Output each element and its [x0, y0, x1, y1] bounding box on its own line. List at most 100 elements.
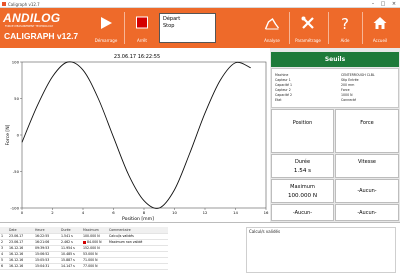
analyse-button-label: Analyse — [264, 38, 280, 43]
x-tick-label: 14 — [233, 210, 238, 215]
info-key: Etat — [275, 98, 282, 102]
stop-button-label: Arrêt — [137, 38, 147, 43]
toolbar-divider — [362, 12, 363, 44]
x-tick-label: 10 — [172, 210, 177, 215]
x-tick-label: 0 — [21, 210, 24, 215]
info-key: Capteur 1 — [275, 78, 291, 82]
x-axis: 0 2 4 6 8 10 12 14 16 — [21, 208, 269, 215]
result-slot-2-value: -Aucun- — [292, 210, 313, 216]
result-slot-1-value: -Aucun- — [357, 188, 377, 194]
position-label: Position — [292, 120, 313, 126]
andilog-logo: ANDILOG FORCE MEASUREMENT TECHNOLOGY CAL… — [3, 11, 78, 45]
y-axis-label: Force [N] — [5, 124, 11, 145]
row-maximum: 77.000 N — [82, 263, 108, 270]
seuils-button[interactable]: Seuils — [271, 52, 399, 67]
plot-area — [21, 61, 267, 209]
vitesse-label: Vitesse — [357, 159, 377, 165]
chart-title: 23.06.17 16:22:55 — [114, 54, 160, 60]
tools-icon — [301, 16, 314, 29]
row-index: 6 — [0, 263, 8, 270]
maximum-label: Maximum — [290, 184, 315, 190]
toolbar-divider — [328, 12, 329, 44]
duree-cell[interactable]: Durée 1.54 s — [271, 154, 334, 178]
info-value: CENTERROUGH CLBL — [341, 73, 375, 77]
duree-label: Durée — [294, 159, 311, 165]
application-window: Caligraph v12.7 – □ × ANDILOG FORCE MEAS… — [0, 0, 400, 277]
machine-info-box: Machine CENTERROUGH CLBL Capteur 1 Stip En… — [271, 68, 399, 108]
app-icon — [2, 2, 6, 6]
info-key: Capteur 2 — [275, 88, 291, 92]
vitesse-cell[interactable]: Vitesse — [335, 154, 399, 178]
position-cell[interactable]: Position — [271, 109, 334, 153]
parametrage-button[interactable]: Paramétrage — [291, 12, 325, 44]
info-value: Stip Entrée — [341, 78, 359, 82]
row-date: 16.12.16 — [8, 263, 34, 270]
y-tick-label: 0 — [17, 132, 20, 137]
result-slot-3[interactable]: -Aucun- — [335, 204, 399, 221]
test-history-table[interactable]: Date Heure Durée Maximum Commentaire 1 2… — [0, 227, 168, 270]
row-duree: 14.147 s — [60, 263, 82, 270]
status-line-2: Stop — [163, 23, 175, 29]
help-button[interactable]: ? Aide — [331, 12, 359, 44]
row-comment — [108, 263, 168, 270]
toolbar-divider — [124, 12, 125, 44]
start-button[interactable]: Démarrage — [91, 12, 121, 44]
chart-plot: 23.06.17 16:22:55 100 50 0 -50 -100 0 2 4 6 8 10 1… — [5, 54, 269, 222]
y-tick-label: -100 — [10, 205, 19, 210]
result-slot-2[interactable]: -Aucun- — [271, 204, 334, 221]
home-button-label: Accueil — [372, 38, 388, 43]
y-tick-label: 100 — [12, 59, 20, 64]
stop-button[interactable]: Arrêt — [127, 12, 157, 44]
logo-tagline: FORCE MEASUREMENT TECHNOLOGY — [5, 25, 54, 28]
info-value: 200 mm — [341, 83, 355, 87]
table-row[interactable]: 6 16.12.16 15:04:31 14.147 s 77.000 N — [0, 263, 168, 270]
start-button-label: Démarrage — [94, 38, 118, 43]
y-tick-label: 50 — [14, 96, 19, 101]
analyse-button[interactable]: Analyse — [257, 12, 287, 44]
y-tick-label: -50 — [13, 169, 20, 174]
play-icon — [101, 17, 112, 29]
status-line-1: Départ — [163, 16, 181, 22]
maximize-button[interactable]: □ — [378, 0, 388, 8]
warning-flag-icon — [83, 240, 86, 244]
x-tick-label: 6 — [112, 210, 115, 215]
title-bar: Caligraph v12.7 – □ × — [0, 0, 400, 8]
row-maximum: 84.000 N — [87, 240, 102, 244]
info-value: Connecté — [341, 98, 357, 102]
home-icon — [373, 17, 387, 29]
force-position-chart[interactable]: 23.06.17 16:22:55 100 50 0 -50 -100 0 2 4 6 8 10 1… — [0, 48, 270, 222]
window-title: Caligraph v12.7 — [8, 1, 40, 7]
logo-brand: ANDILOG — [3, 11, 61, 25]
x-tick-label: 12 — [203, 210, 208, 215]
y-axis: 100 50 0 -50 -100 — [10, 59, 22, 210]
x-tick-label: 4 — [82, 210, 85, 215]
maximum-value: 100.000 N — [287, 193, 318, 199]
info-key: Capacité 2 — [275, 93, 293, 97]
force-cell[interactable]: Force — [335, 109, 399, 153]
info-key: Machine — [275, 73, 289, 77]
result-slot-1[interactable]: -Aucun- — [335, 179, 399, 203]
duree-value: 1.54 s — [293, 168, 312, 174]
status-display: Départ Stop — [159, 13, 216, 43]
info-value: 1000 N — [341, 93, 353, 97]
x-tick-label: 8 — [143, 210, 146, 215]
info-key: Capacité 1 — [275, 83, 293, 87]
chart-icon — [264, 17, 280, 30]
close-button[interactable]: × — [389, 0, 399, 8]
x-tick-label: 16 — [264, 210, 269, 215]
toolbar: ANDILOG FORCE MEASUREMENT TECHNOLOGY CAL… — [0, 8, 400, 48]
maximum-cell[interactable]: Maximum 100.000 N — [271, 179, 334, 203]
toolbar-divider — [289, 12, 290, 44]
help-icon: ? — [341, 16, 349, 31]
minimize-button[interactable]: – — [368, 0, 378, 8]
product-name: CALIGRAPH v12.7 — [4, 31, 79, 41]
message-box: Calcul/s validés — [246, 227, 396, 273]
parametrage-button-label: Paramétrage — [295, 38, 321, 43]
result-slot-3-value: -Aucun- — [357, 210, 377, 216]
svg-text:?: ? — [341, 16, 349, 31]
home-button[interactable]: Accueil — [365, 12, 395, 44]
message-text: Calcul/s validés — [249, 229, 281, 234]
row-heure: 15:04:31 — [34, 263, 60, 270]
force-label: Force — [360, 120, 374, 126]
info-row: Etat Connecté — [275, 98, 397, 103]
